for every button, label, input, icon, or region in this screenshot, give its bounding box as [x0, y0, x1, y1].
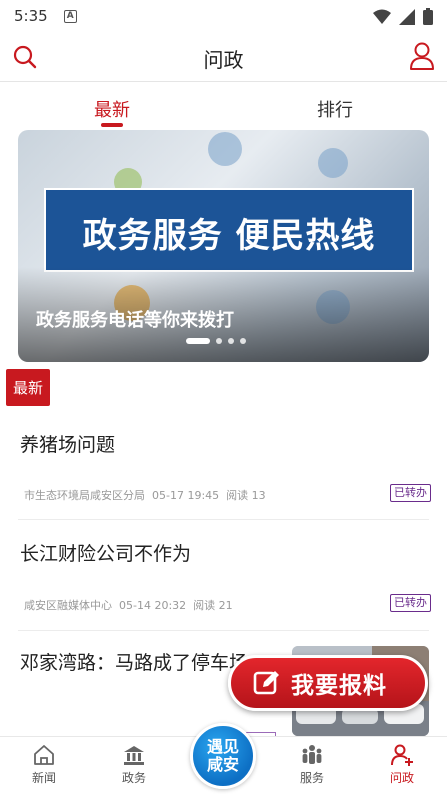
status-indicators [373, 8, 433, 25]
news-title: 养猪场问题 [20, 434, 116, 456]
news-source: 咸安区融媒体中心 [24, 599, 112, 612]
app-header: 问政 [0, 32, 447, 82]
news-list-item[interactable]: 养猪场问题 市生态环境局咸安区分局 05-17 19:45 阅读 13 已转办 [0, 418, 447, 518]
page-title: 问政 [203, 48, 244, 72]
banner-caption: 政务服务电话等你来拨打 [36, 310, 234, 331]
report-button-label: 我要报料 [291, 673, 387, 699]
list-divider [18, 630, 429, 631]
edit-icon [253, 671, 279, 695]
news-reads: 阅读 21 [193, 599, 233, 612]
news-title: 邓家湾路：马路成了停车场 [20, 652, 249, 674]
nav-label: 服务 [299, 771, 324, 785]
nav-inquiry[interactable]: 问政 [372, 741, 432, 786]
government-building-icon [124, 746, 144, 765]
news-source: 市生态环境局咸安区分局 [24, 489, 145, 502]
carousel-dot[interactable] [228, 338, 234, 344]
news-meta: 咸安区融媒体中心 05-14 20:32 阅读 21 [24, 597, 233, 613]
banner-headline: 政务服务 便民热线 [82, 216, 376, 256]
latest-section-tag: 最新 [6, 369, 50, 406]
carousel-indicator [186, 338, 246, 344]
carousel-dot[interactable] [216, 338, 222, 344]
people-icon [302, 745, 322, 764]
center-logo-text: 遇见咸安 [206, 737, 239, 774]
tab-bar: 最新 排行 [0, 88, 447, 128]
nav-services[interactable]: 服务 [282, 741, 342, 786]
battery-icon [423, 8, 433, 25]
nav-label: 政务 [121, 771, 146, 785]
news-date: 05-14 20:32 [119, 599, 187, 612]
status-badge: 已转办 [390, 594, 431, 612]
user-icon [410, 42, 434, 70]
report-news-button[interactable]: 我要报料 [228, 655, 428, 711]
carousel-dot[interactable] [240, 338, 246, 344]
status-badge: 已转办 [390, 484, 431, 502]
banner-decoration [208, 132, 242, 166]
nav-label: 问政 [389, 771, 414, 785]
notification-icon: A [63, 9, 77, 23]
news-reads: 阅读 13 [226, 489, 266, 502]
wifi-icon [373, 9, 391, 24]
signal-icon [399, 8, 415, 25]
news-title: 长江财险公司不作为 [20, 543, 192, 565]
center-logo-button[interactable]: 遇见咸安 [190, 723, 256, 789]
bottom-navigation: 新闻 政务 遇见咸安 服务 问政 [0, 723, 447, 794]
carousel-dot[interactable] [186, 338, 210, 344]
home-icon [34, 745, 54, 765]
banner-carousel[interactable]: 政务服务 便民热线 政务服务电话等你来拨打 [18, 130, 429, 362]
user-add-icon [391, 744, 413, 766]
tab-ranking[interactable]: 排行 [317, 96, 353, 122]
status-time: 5:35 [14, 7, 48, 25]
tab-latest[interactable]: 最新 [94, 96, 130, 122]
status-bar: 5:35 A [0, 0, 447, 32]
nav-government[interactable]: 政务 [104, 741, 164, 786]
nav-news[interactable]: 新闻 [14, 741, 74, 786]
user-profile-button[interactable] [409, 42, 435, 70]
active-tab-indicator [101, 123, 123, 127]
news-list-item[interactable]: 长江财险公司不作为 咸安区融媒体中心 05-14 20:32 阅读 21 已转办 [0, 527, 447, 627]
banner-decoration [318, 148, 348, 178]
news-meta: 市生态环境局咸安区分局 05-17 19:45 阅读 13 [24, 487, 266, 503]
nav-label: 新闻 [31, 771, 56, 785]
list-divider [18, 519, 429, 520]
news-date: 05-17 19:45 [152, 489, 220, 502]
banner-headline-box: 政务服务 便民热线 [44, 188, 414, 272]
